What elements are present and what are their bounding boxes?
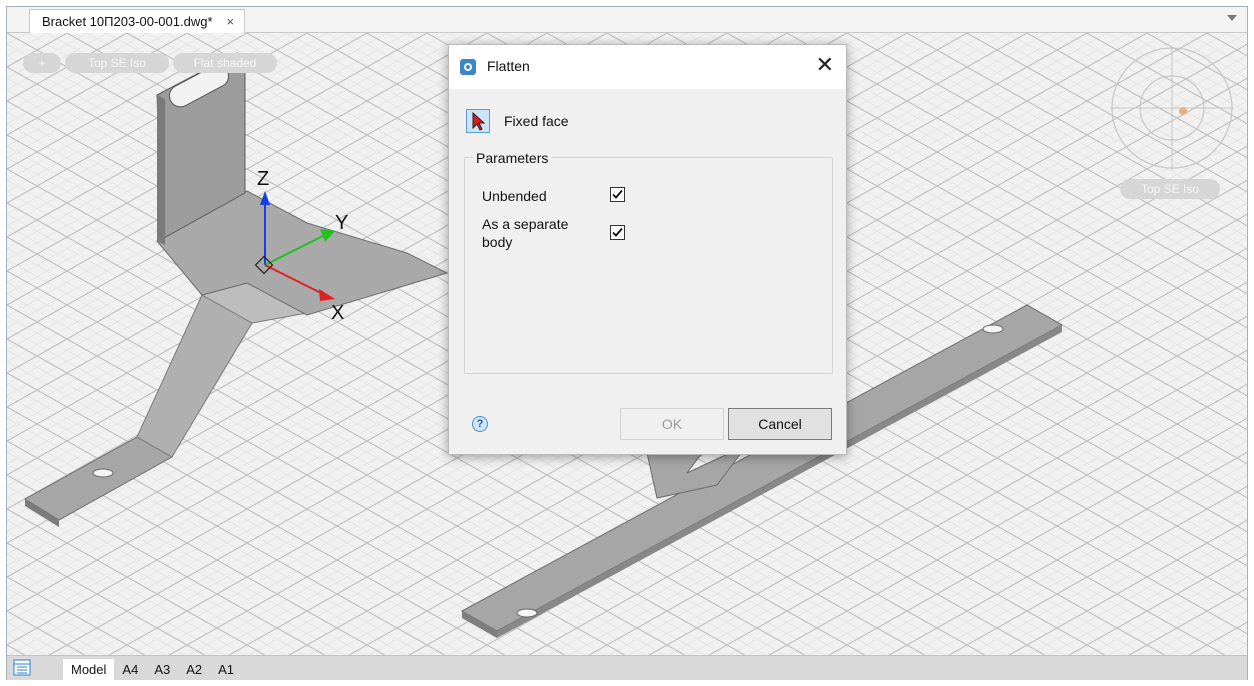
layout-tab-a1[interactable]: A1 bbox=[210, 659, 242, 681]
fixed-face-label: Fixed face bbox=[504, 113, 569, 129]
axis-x-label: X bbox=[331, 302, 344, 324]
parameters-group-title: Parameters bbox=[473, 150, 552, 166]
cursor-arrow-icon bbox=[472, 111, 486, 131]
render-mode-chip[interactable]: Flat shaded bbox=[173, 53, 277, 73]
tab-list-dropdown-icon[interactable] bbox=[1227, 15, 1237, 21]
viewport-add-chip[interactable]: + bbox=[23, 53, 61, 73]
document-tab[interactable]: Bracket 10П203-00-001.dwg* × bbox=[29, 9, 246, 33]
layout-tab-a4[interactable]: A4 bbox=[114, 659, 146, 681]
ok-button[interactable]: OK bbox=[620, 408, 724, 440]
status-bar: Model A4 A3 A2 A1 bbox=[7, 655, 1247, 681]
layout-tab-model[interactable]: Model bbox=[63, 659, 115, 681]
layout-tab-a3[interactable]: A3 bbox=[146, 659, 178, 681]
fixed-face-select-button[interactable] bbox=[466, 109, 490, 133]
layout-tabs: Model A4 A3 A2 A1 bbox=[63, 659, 242, 681]
separate-body-label-line2: body bbox=[482, 234, 513, 250]
dialog-close-icon[interactable]: ✕ bbox=[816, 54, 834, 76]
document-tab-bar: Bracket 10П203-00-001.dwg* × bbox=[7, 7, 1247, 33]
flatten-gear-icon bbox=[460, 59, 476, 75]
axis-z-label: Z bbox=[257, 168, 269, 190]
document-tab-title: Bracket 10П203-00-001.dwg* bbox=[42, 14, 213, 29]
checkmark-icon bbox=[612, 189, 623, 199]
help-icon[interactable]: ? bbox=[472, 416, 488, 432]
separate-body-label-line1: As a separate bbox=[482, 216, 569, 232]
checkmark-icon bbox=[612, 227, 623, 237]
dialog-title-bar[interactable]: Flatten ✕ bbox=[449, 45, 846, 89]
axis-y-label: Y bbox=[335, 212, 348, 234]
unbended-label: Unbended bbox=[482, 188, 547, 204]
unbended-checkbox[interactable] bbox=[610, 187, 625, 202]
cancel-button[interactable]: Cancel bbox=[728, 408, 832, 440]
viewcube-label[interactable]: Top SE Iso bbox=[1120, 179, 1220, 199]
dialog-title: Flatten bbox=[487, 58, 530, 74]
tab-close-icon[interactable]: × bbox=[227, 14, 235, 29]
view-preset-chip[interactable]: Top SE Iso bbox=[65, 53, 169, 73]
flatten-dialog: Flatten ✕ Fixed face Parameters Unbended… bbox=[448, 44, 847, 455]
separate-body-checkbox[interactable] bbox=[610, 225, 625, 240]
layout-tab-a2[interactable]: A2 bbox=[178, 659, 210, 681]
layout-list-icon[interactable] bbox=[13, 659, 31, 676]
